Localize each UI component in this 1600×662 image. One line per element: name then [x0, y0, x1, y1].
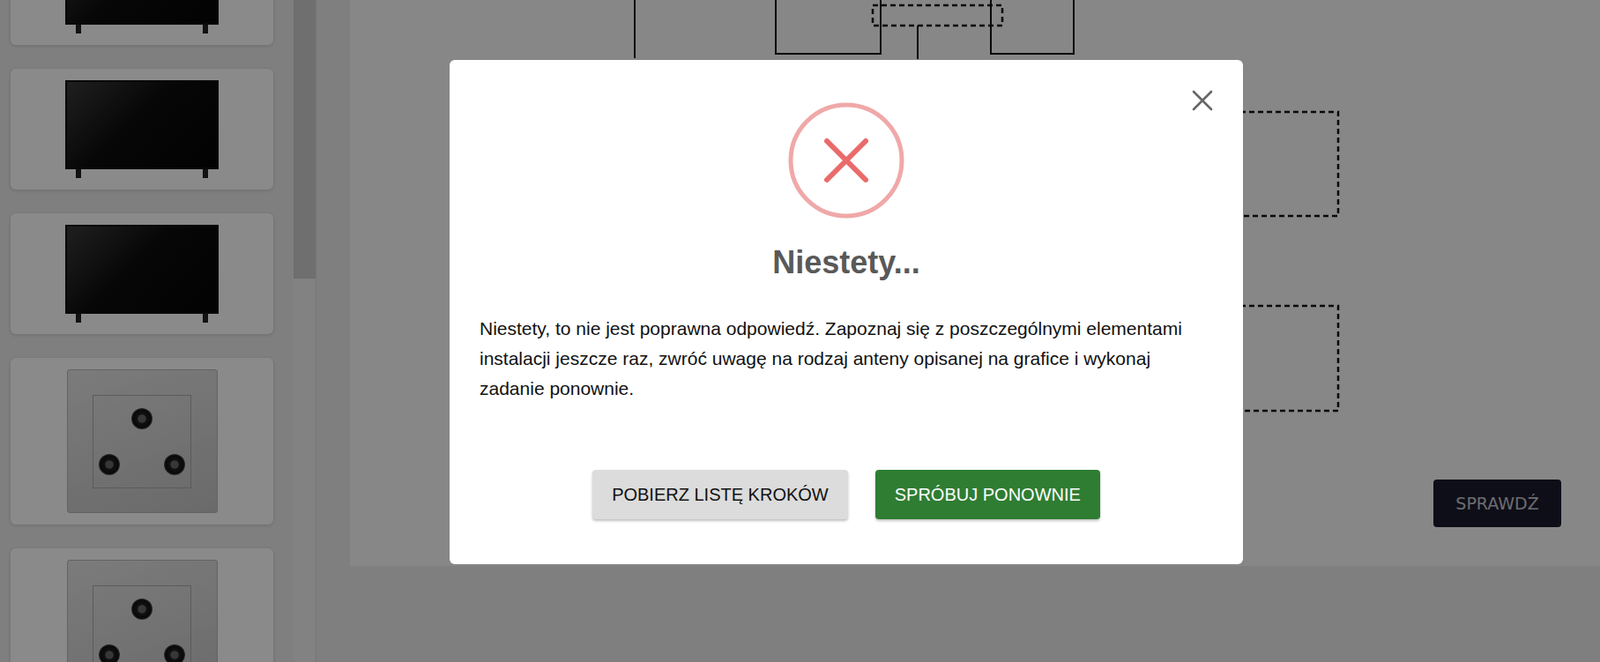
close-icon[interactable]: [1191, 89, 1214, 112]
retry-button[interactable]: SPRÓBUJ PONOWNIE: [875, 469, 1101, 520]
result-dialog: Niestety... Niestety, to nie jest poprawn…: [449, 59, 1243, 565]
dialog-buttons: POBIERZ LISTĘ KROKÓW SPRÓBUJ PONOWNIE: [592, 469, 1101, 520]
modal-overlay[interactable]: Niestety... Niestety, to nie jest poprawn…: [0, 0, 1600, 662]
dialog-message: Niestety, to nie jest poprawna odpowiedź…: [479, 313, 1214, 404]
download-steps-button[interactable]: POBIERZ LISTĘ KROKÓW: [592, 469, 849, 520]
dialog-title: Niestety...: [772, 243, 920, 283]
error-icon: [787, 101, 906, 220]
close-button[interactable]: [1188, 86, 1217, 115]
